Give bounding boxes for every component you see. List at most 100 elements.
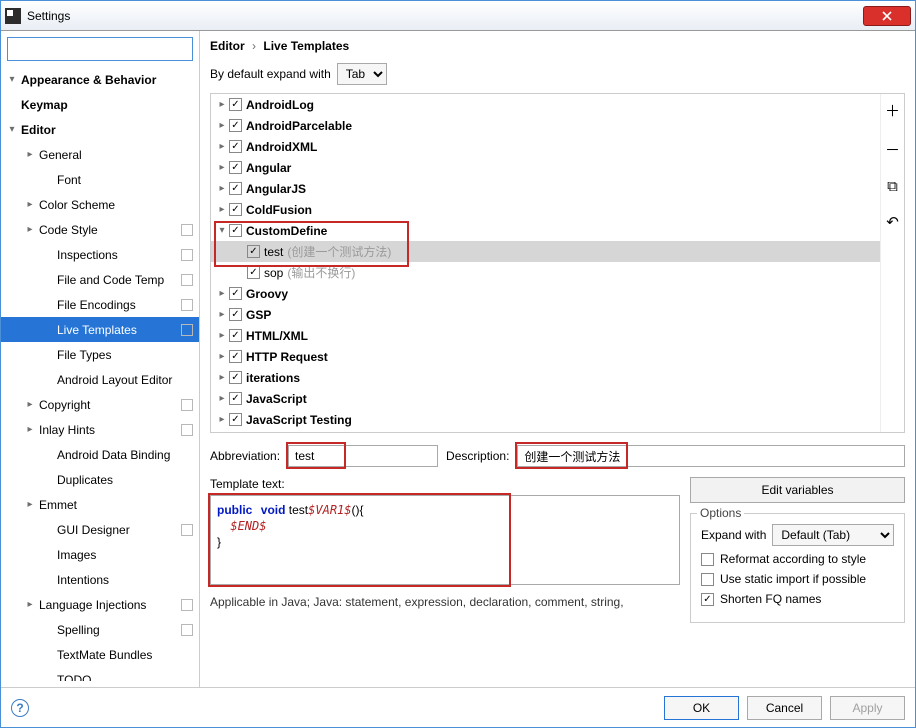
template-checkbox[interactable]: ✓ — [229, 287, 242, 300]
expand-arrow-icon: ▸ — [215, 99, 229, 110]
sidebar-item-android-data-binding[interactable]: Android Data Binding — [1, 442, 199, 467]
scope-badge-icon — [181, 299, 193, 311]
expand-with-select[interactable]: Tab — [337, 63, 387, 85]
template-checkbox[interactable]: ✓ — [229, 224, 242, 237]
sidebar-item-appearance-behavior[interactable]: ▾Appearance & Behavior — [1, 67, 199, 92]
template-group-label: JavaScript Testing — [246, 413, 352, 427]
ok-button[interactable]: OK — [664, 696, 739, 720]
shorten-fq-checkbox[interactable]: ✓ — [701, 593, 714, 606]
sidebar-item-live-templates[interactable]: Live Templates — [1, 317, 199, 342]
undo-icon[interactable]: ↶ — [886, 213, 899, 231]
sidebar-item-duplicates[interactable]: Duplicates — [1, 467, 199, 492]
template-checkbox[interactable]: ✓ — [229, 119, 242, 132]
template-item-sop[interactable]: ✓sop(输出不换行) — [211, 262, 880, 283]
template-checkbox[interactable]: ✓ — [229, 413, 242, 426]
template-checkbox[interactable]: ✓ — [229, 203, 242, 216]
sidebar-item-android-layout-editor[interactable]: Android Layout Editor — [1, 367, 199, 392]
sidebar-item-label: Font — [55, 173, 81, 187]
sidebar-item-keymap[interactable]: Keymap — [1, 92, 199, 117]
sidebar-item-emmet[interactable]: ▸Emmet — [1, 492, 199, 517]
search-input[interactable] — [7, 37, 193, 61]
sidebar-item-code-style[interactable]: ▸Code Style — [1, 217, 199, 242]
template-checkbox[interactable]: ✓ — [229, 161, 242, 174]
template-group-customdefine[interactable]: ▾✓CustomDefine — [211, 220, 880, 241]
sidebar-item-language-injections[interactable]: ▸Language Injections — [1, 592, 199, 617]
template-group-iterations[interactable]: ▸✓iterations — [211, 367, 880, 388]
sidebar-item-gui-designer[interactable]: GUI Designer — [1, 517, 199, 542]
sidebar-item-intentions[interactable]: Intentions — [1, 567, 199, 592]
template-group-coldfusion[interactable]: ▸✓ColdFusion — [211, 199, 880, 220]
template-checkbox[interactable]: ✓ — [229, 98, 242, 111]
template-group-javascript-testing[interactable]: ▸✓JavaScript Testing — [211, 409, 880, 430]
template-group-label: GSP — [246, 308, 271, 322]
close-button[interactable] — [863, 6, 911, 26]
template-group-label: AndroidLog — [246, 98, 314, 112]
static-import-checkbox[interactable] — [701, 573, 714, 586]
template-checkbox[interactable]: ✓ — [229, 392, 242, 405]
template-group-androidlog[interactable]: ▸✓ AndroidLog — [211, 94, 880, 115]
reformat-checkbox[interactable] — [701, 553, 714, 566]
template-group-androidparcelable[interactable]: ▸✓AndroidParcelable — [211, 115, 880, 136]
expand-arrow-icon: ▸ — [215, 372, 229, 383]
sidebar-item-images[interactable]: Images — [1, 542, 199, 567]
template-group-label: HTML/XML — [246, 329, 308, 343]
copy-icon[interactable]: ⧉ — [887, 178, 898, 195]
template-text-editor[interactable]: public void test$VAR1$(){ $END$ } — [210, 495, 680, 585]
settings-tree[interactable]: ▾Appearance & BehaviorKeymap▾Editor▸Gene… — [1, 67, 199, 681]
description-input[interactable] — [517, 445, 905, 467]
add-icon[interactable]: ＋ — [885, 100, 900, 121]
template-group-groovy[interactable]: ▸✓Groovy — [211, 283, 880, 304]
edit-variables-button[interactable]: Edit variables — [690, 477, 905, 503]
expand-arrow-icon: ▸ — [23, 224, 37, 235]
expand-arrow-icon: ▸ — [215, 120, 229, 131]
template-checkbox[interactable]: ✓ — [229, 350, 242, 363]
template-group-html-xml[interactable]: ▸✓HTML/XML — [211, 325, 880, 346]
expand-with-opt-select[interactable]: Default (Tab) — [772, 524, 894, 546]
sidebar-item-file-and-code-temp[interactable]: File and Code Temp — [1, 267, 199, 292]
template-group-angular[interactable]: ▸✓Angular — [211, 157, 880, 178]
sidebar-item-spelling[interactable]: Spelling — [1, 617, 199, 642]
sidebar-item-file-types[interactable]: File Types — [1, 342, 199, 367]
sidebar-item-label: Intentions — [55, 573, 109, 587]
template-group-angularjs[interactable]: ▸✓AngularJS — [211, 178, 880, 199]
template-item-label: test — [264, 245, 283, 259]
template-checkbox[interactable]: ✓ — [229, 329, 242, 342]
abbreviation-input[interactable] — [288, 445, 438, 467]
sidebar-item-general[interactable]: ▸General — [1, 142, 199, 167]
template-checkbox[interactable]: ✓ — [247, 266, 260, 279]
template-group-gsp[interactable]: ▸✓GSP — [211, 304, 880, 325]
sidebar-item-inlay-hints[interactable]: ▸Inlay Hints — [1, 417, 199, 442]
sidebar-item-color-scheme[interactable]: ▸Color Scheme — [1, 192, 199, 217]
template-group-http-request[interactable]: ▸✓HTTP Request — [211, 346, 880, 367]
template-item-test[interactable]: ✓test(创建一个测试方法) — [211, 241, 880, 262]
scope-badge-icon — [181, 324, 193, 336]
templates-tree[interactable]: ▸✓AndroidLog▸✓AndroidParcelable▸✓Android… — [211, 94, 880, 432]
template-checkbox[interactable]: ✓ — [229, 140, 242, 153]
sidebar-item-copyright[interactable]: ▸Copyright — [1, 392, 199, 417]
template-checkbox[interactable]: ✓ — [247, 245, 260, 258]
sidebar-item-editor[interactable]: ▾Editor — [1, 117, 199, 142]
expand-arrow-icon: ▸ — [23, 499, 37, 510]
cancel-button[interactable]: Cancel — [747, 696, 822, 720]
template-checkbox[interactable]: ✓ — [229, 182, 242, 195]
sidebar-item-label: Emmet — [37, 498, 77, 512]
breadcrumb-editor[interactable]: Editor — [210, 39, 245, 53]
template-group-androidxml[interactable]: ▸✓AndroidXML — [211, 136, 880, 157]
expand-with-opt-label: Expand with — [701, 528, 766, 542]
abbreviation-label: Abbreviation: — [210, 449, 280, 463]
sidebar-item-textmate-bundles[interactable]: TextMate Bundles — [1, 642, 199, 667]
template-group-javascript[interactable]: ▸✓JavaScript — [211, 388, 880, 409]
apply-button[interactable]: Apply — [830, 696, 905, 720]
template-checkbox[interactable]: ✓ — [229, 308, 242, 321]
sidebar-item-font[interactable]: Font — [1, 167, 199, 192]
template-text-label: Template text: — [210, 477, 680, 491]
expand-arrow-icon: ▸ — [23, 149, 37, 160]
sidebar-item-file-encodings[interactable]: File Encodings — [1, 292, 199, 317]
sidebar-item-label: Appearance & Behavior — [19, 73, 156, 87]
template-checkbox[interactable]: ✓ — [229, 371, 242, 384]
description-label: Description: — [446, 449, 509, 463]
remove-icon[interactable]: － — [885, 139, 900, 160]
sidebar-item-todo[interactable]: TODO — [1, 667, 199, 681]
help-button[interactable]: ? — [11, 699, 29, 717]
sidebar-item-inspections[interactable]: Inspections — [1, 242, 199, 267]
